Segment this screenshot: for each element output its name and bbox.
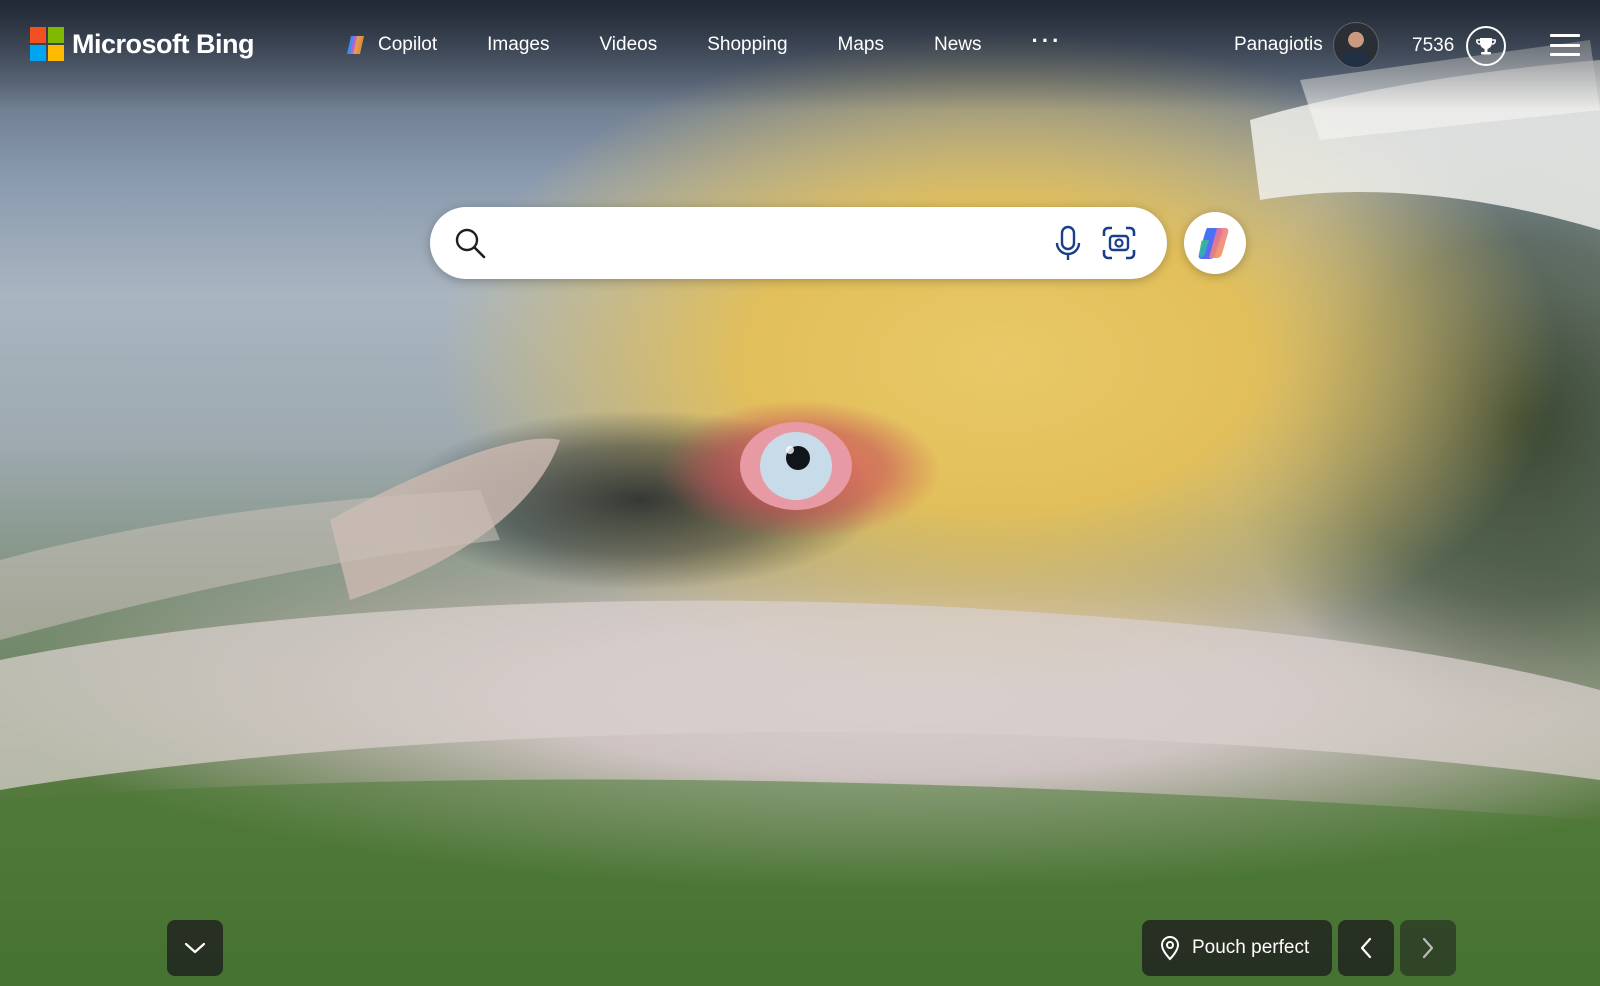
header: Microsoft Bing Copilot Images Videos Sho… xyxy=(0,0,1600,92)
bing-homepage: Microsoft Bing Copilot Images Videos Sho… xyxy=(0,0,1600,986)
copilot-icon xyxy=(1198,228,1229,259)
avatar xyxy=(1332,22,1379,68)
background-feather-overlay xyxy=(0,40,1600,986)
hamburger-menu-icon[interactable] xyxy=(1550,34,1580,56)
copilot-icon xyxy=(347,36,364,54)
nav-copilot-label: Copilot xyxy=(378,34,438,55)
rewards-points: 7536 xyxy=(1412,35,1455,56)
nav-more-button[interactable]: ··· xyxy=(1032,28,1063,54)
bing-logo[interactable]: Microsoft Bing xyxy=(30,26,255,62)
brand-name: Microsoft Bing xyxy=(72,28,255,59)
chevron-left-icon xyxy=(1360,937,1372,959)
user-name: Panagiotis xyxy=(1234,34,1323,55)
nav-maps[interactable]: Maps xyxy=(838,34,884,56)
nav-videos[interactable]: Videos xyxy=(599,34,657,56)
visual-search-icon[interactable] xyxy=(1100,224,1138,262)
microsoft-logo-icon xyxy=(30,27,64,61)
chevron-down-icon xyxy=(184,942,206,954)
previous-image-button[interactable] xyxy=(1338,920,1394,976)
search-icon[interactable] xyxy=(452,225,488,261)
nav-news[interactable]: News xyxy=(934,34,982,56)
user-account[interactable]: Panagiotis xyxy=(1234,22,1379,68)
nav-shopping[interactable]: Shopping xyxy=(707,34,787,56)
rewards-trophy-icon xyxy=(1466,26,1507,66)
top-nav: Copilot Images Videos Shopping Maps News… xyxy=(344,28,1063,60)
image-info-button[interactable]: Pouch perfect xyxy=(1142,920,1332,976)
microphone-icon[interactable] xyxy=(1050,223,1086,263)
scroll-down-button[interactable] xyxy=(167,920,223,976)
rewards-button[interactable]: 7536 xyxy=(1412,26,1507,66)
copilot-button[interactable] xyxy=(1184,212,1246,274)
nav-images[interactable]: Images xyxy=(487,34,549,56)
location-pin-icon xyxy=(1160,935,1180,961)
search-box xyxy=(430,207,1167,279)
next-image-button[interactable] xyxy=(1400,920,1456,976)
search-input[interactable] xyxy=(504,225,1028,263)
nav-copilot[interactable]: Copilot xyxy=(344,33,437,57)
chevron-right-icon xyxy=(1422,937,1434,959)
image-caption-title: Pouch perfect xyxy=(1192,937,1310,958)
